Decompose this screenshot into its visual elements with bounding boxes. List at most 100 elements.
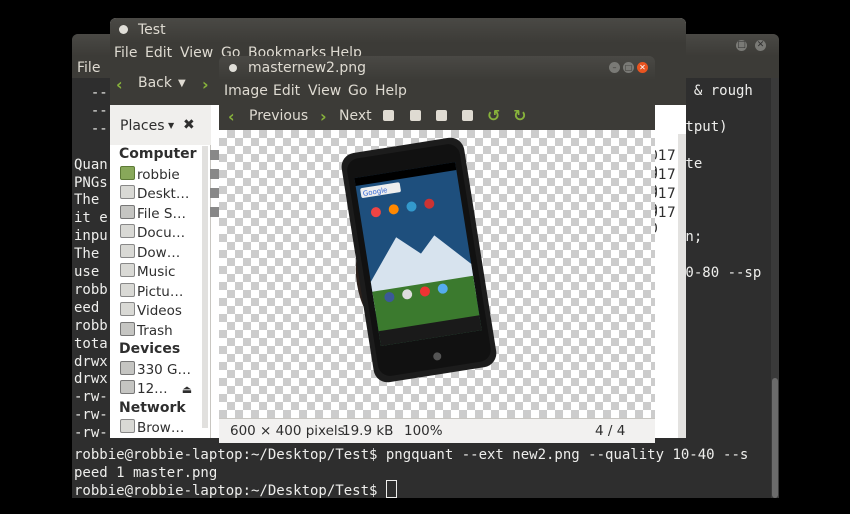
- scrollbar-thumb[interactable]: [772, 378, 778, 498]
- terminal-line: tota: [74, 335, 108, 352]
- sidebar-item-drive-330[interactable]: 330 G…: [120, 361, 191, 378]
- back-button[interactable]: Back: [138, 75, 172, 91]
- menu-go[interactable]: Go: [348, 83, 367, 99]
- menu-view[interactable]: View: [308, 83, 341, 99]
- terminal-scrollbar[interactable]: [771, 78, 779, 498]
- terminal-line: drwx: [74, 371, 108, 388]
- chevron-down-icon[interactable]: ▼: [168, 121, 174, 130]
- menu-view[interactable]: View: [180, 45, 213, 61]
- window-menu-icon[interactable]: [229, 64, 237, 72]
- maximize-icon[interactable]: □: [736, 40, 747, 51]
- terminal-prompt: robbie@robbie-laptop:~/Desktop/Test$: [74, 483, 386, 498]
- desktop-icon: [120, 185, 135, 199]
- zoom-out-icon[interactable]: [410, 110, 421, 121]
- sidebar-item-pictures[interactable]: Pictu…: [120, 283, 183, 300]
- next-arrow-icon[interactable]: ›: [320, 107, 327, 126]
- home-folder-icon: [120, 166, 135, 180]
- zoom-normal-icon[interactable]: [436, 110, 447, 121]
- sidebar-scrollbar[interactable]: [202, 146, 208, 428]
- sidebar-item-downloads[interactable]: Dow…: [120, 244, 180, 261]
- terminal-line: The: [74, 246, 108, 263]
- places-dropdown[interactable]: Places: [120, 118, 165, 134]
- terminal-line: t & rough: [677, 83, 753, 99]
- terminal-line: robb: [74, 281, 108, 298]
- close-sidebar-icon[interactable]: ✖: [183, 117, 195, 133]
- sidebar-item-trash[interactable]: Trash: [120, 322, 173, 339]
- terminal-line: eed: [74, 299, 108, 316]
- documents-icon: [120, 224, 135, 238]
- file-list-scrollbar[interactable]: [678, 134, 686, 438]
- terminal-line: --: [74, 120, 108, 137]
- sidebar-item-browse-network[interactable]: Brow…: [120, 419, 184, 436]
- close-icon[interactable]: ✕: [755, 40, 766, 51]
- hard-drive-icon: [120, 361, 135, 375]
- terminal-line: -rw-: [74, 389, 108, 406]
- phone-image: Google: [341, 137, 497, 383]
- sidebar: Computer robbie Deskt… File S… Docu… Dow…: [110, 145, 211, 438]
- menu-edit[interactable]: Edit: [145, 45, 172, 61]
- terminal-line: inpu: [74, 228, 108, 245]
- minimize-icon[interactable]: –: [609, 62, 620, 73]
- terminal-line: Quan: [74, 156, 108, 173]
- file-manager-titlebar: Test: [110, 18, 686, 43]
- forward-arrow-icon[interactable]: ›: [202, 75, 209, 94]
- network-icon: [120, 419, 135, 433]
- zoom-in-icon[interactable]: [383, 110, 394, 121]
- file-system-icon: [120, 205, 135, 219]
- menu-help[interactable]: Help: [375, 83, 407, 99]
- image-canvas[interactable]: Google: [219, 130, 655, 418]
- zoom-level: 100%: [404, 423, 443, 439]
- sidebar-item-videos[interactable]: Videos: [120, 302, 182, 319]
- sidebar-item-drive-12[interactable]: 12… ⏏: [120, 380, 192, 397]
- terminal-line: The: [74, 192, 108, 209]
- close-icon[interactable]: ✕: [637, 62, 648, 73]
- maximize-icon[interactable]: □: [623, 62, 634, 73]
- image-file-size: 19.9 kB: [342, 423, 394, 439]
- terminal-line: use: [74, 264, 108, 280]
- previous-button[interactable]: Previous: [249, 108, 308, 124]
- image-viewer-menubar: Image Edit View Go Help: [219, 80, 655, 102]
- menu-edit[interactable]: Edit: [273, 83, 300, 99]
- downloads-icon: [120, 244, 135, 258]
- image-viewer-toolbar: ‹ Previous › Next ↺ ↻: [219, 102, 655, 130]
- text-cursor: [385, 480, 397, 498]
- rotate-left-icon[interactable]: ↺: [487, 106, 500, 125]
- image-dimensions: 600 × 400 pixels: [230, 423, 345, 439]
- sidebar-heading-network: Network: [119, 400, 186, 416]
- rotate-right-icon[interactable]: ↻: [513, 106, 526, 125]
- window-menu-icon[interactable]: [119, 25, 128, 34]
- terminal-line: --: [74, 102, 108, 119]
- videos-icon: [120, 302, 135, 316]
- sidebar-item-robbie[interactable]: robbie: [120, 166, 180, 183]
- menu-image[interactable]: Image: [224, 83, 268, 99]
- window-title: masternew2.png: [248, 60, 367, 76]
- sidebar-item-documents[interactable]: Docu…: [120, 224, 185, 241]
- back-history-dropdown-icon[interactable]: ▼: [178, 78, 186, 89]
- sidebar-item-file-system[interactable]: File S…: [120, 205, 186, 222]
- terminal-line: --: [74, 85, 108, 101]
- zoom-fit-icon[interactable]: [462, 110, 473, 121]
- back-arrow-icon[interactable]: ‹: [116, 75, 123, 94]
- places-bar: Places ▼ ✖: [110, 105, 220, 146]
- terminal-line: robb: [74, 317, 108, 334]
- terminal-line: PNGs: [74, 174, 108, 191]
- image-viewer-statusbar: 600 × 400 pixels 19.9 kB 100% 4 / 4: [219, 418, 655, 443]
- sidebar-heading-computer: Computer: [119, 146, 197, 162]
- next-button[interactable]: Next: [339, 108, 372, 124]
- terminal-line: it e: [74, 210, 108, 227]
- terminal-prompt-line[interactable]: robbie@robbie-laptop:~/Desktop/Test$: [74, 480, 397, 498]
- eject-icon[interactable]: ⏏: [182, 383, 192, 396]
- sidebar-item-desktop[interactable]: Deskt…: [120, 185, 189, 202]
- pictures-icon: [120, 283, 135, 297]
- trash-icon: [120, 322, 135, 336]
- window-title: Test: [138, 22, 166, 38]
- menu-file[interactable]: File: [77, 60, 100, 76]
- music-icon: [120, 263, 135, 277]
- terminal-command-line: robbie@robbie-laptop:~/Desktop/Test$ png…: [74, 447, 749, 463]
- sidebar-item-music[interactable]: Music: [120, 263, 175, 280]
- previous-arrow-icon[interactable]: ‹: [228, 107, 235, 126]
- terminal-line: 50-80 --sp: [677, 265, 762, 281]
- sidebar-heading-devices: Devices: [119, 341, 181, 357]
- image-viewer-titlebar: masternew2.png – □ ✕: [219, 56, 655, 80]
- menu-file[interactable]: File: [114, 45, 137, 61]
